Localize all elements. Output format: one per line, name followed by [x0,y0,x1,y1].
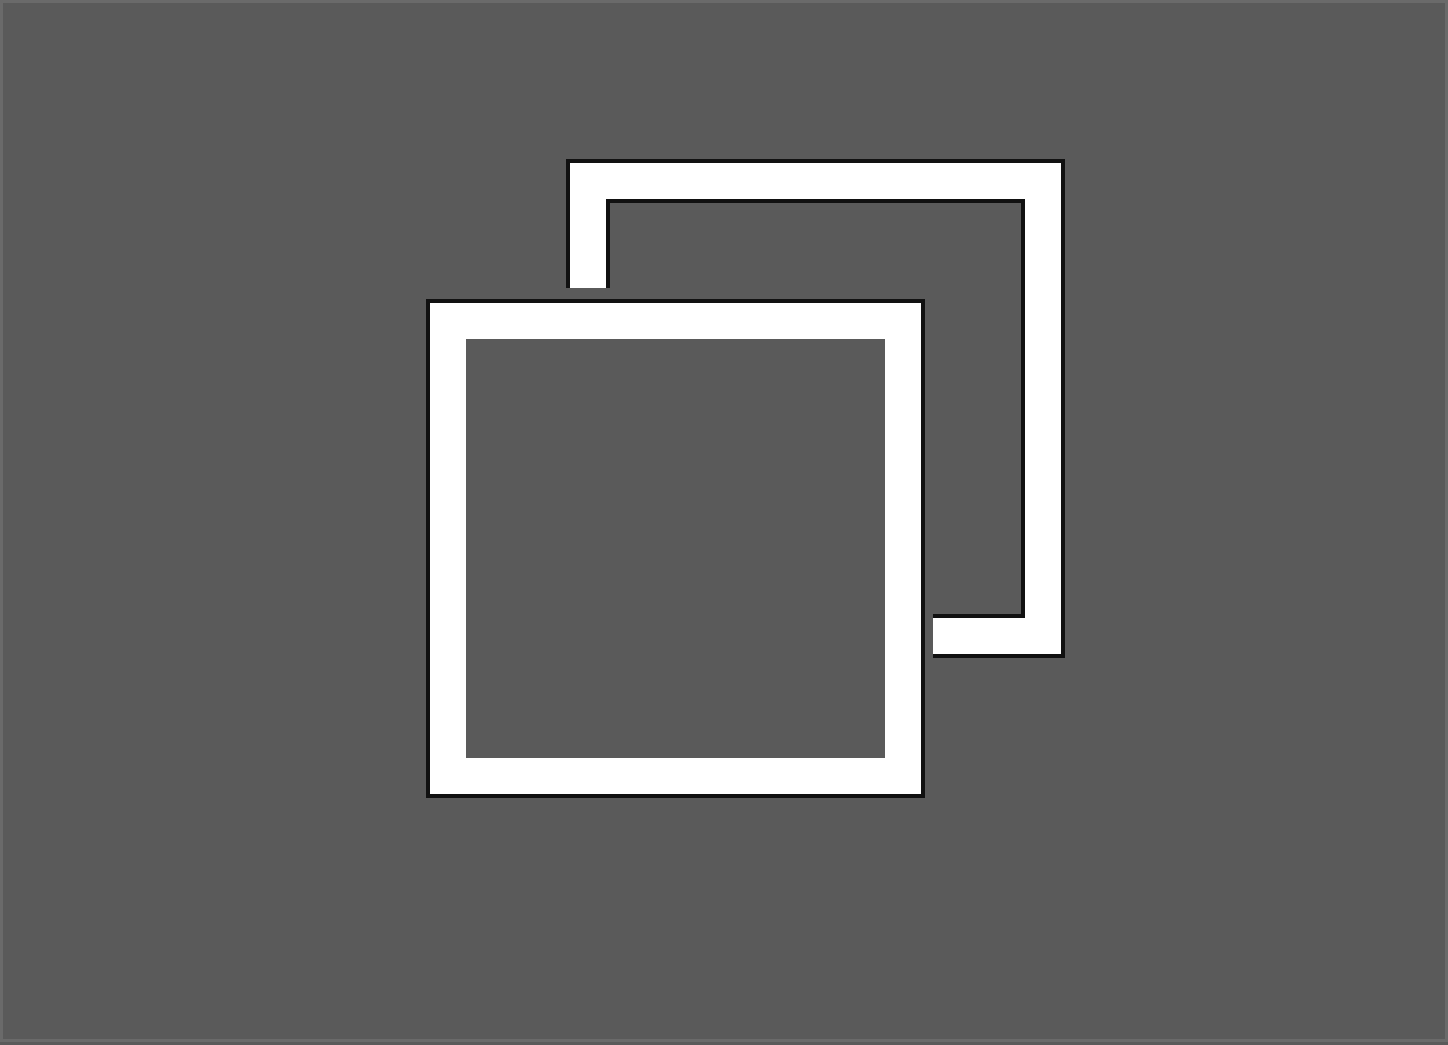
front-window-frame [430,303,921,794]
restore-window-icon [426,159,1065,798]
restore-window-button[interactable] [0,0,1448,1042]
